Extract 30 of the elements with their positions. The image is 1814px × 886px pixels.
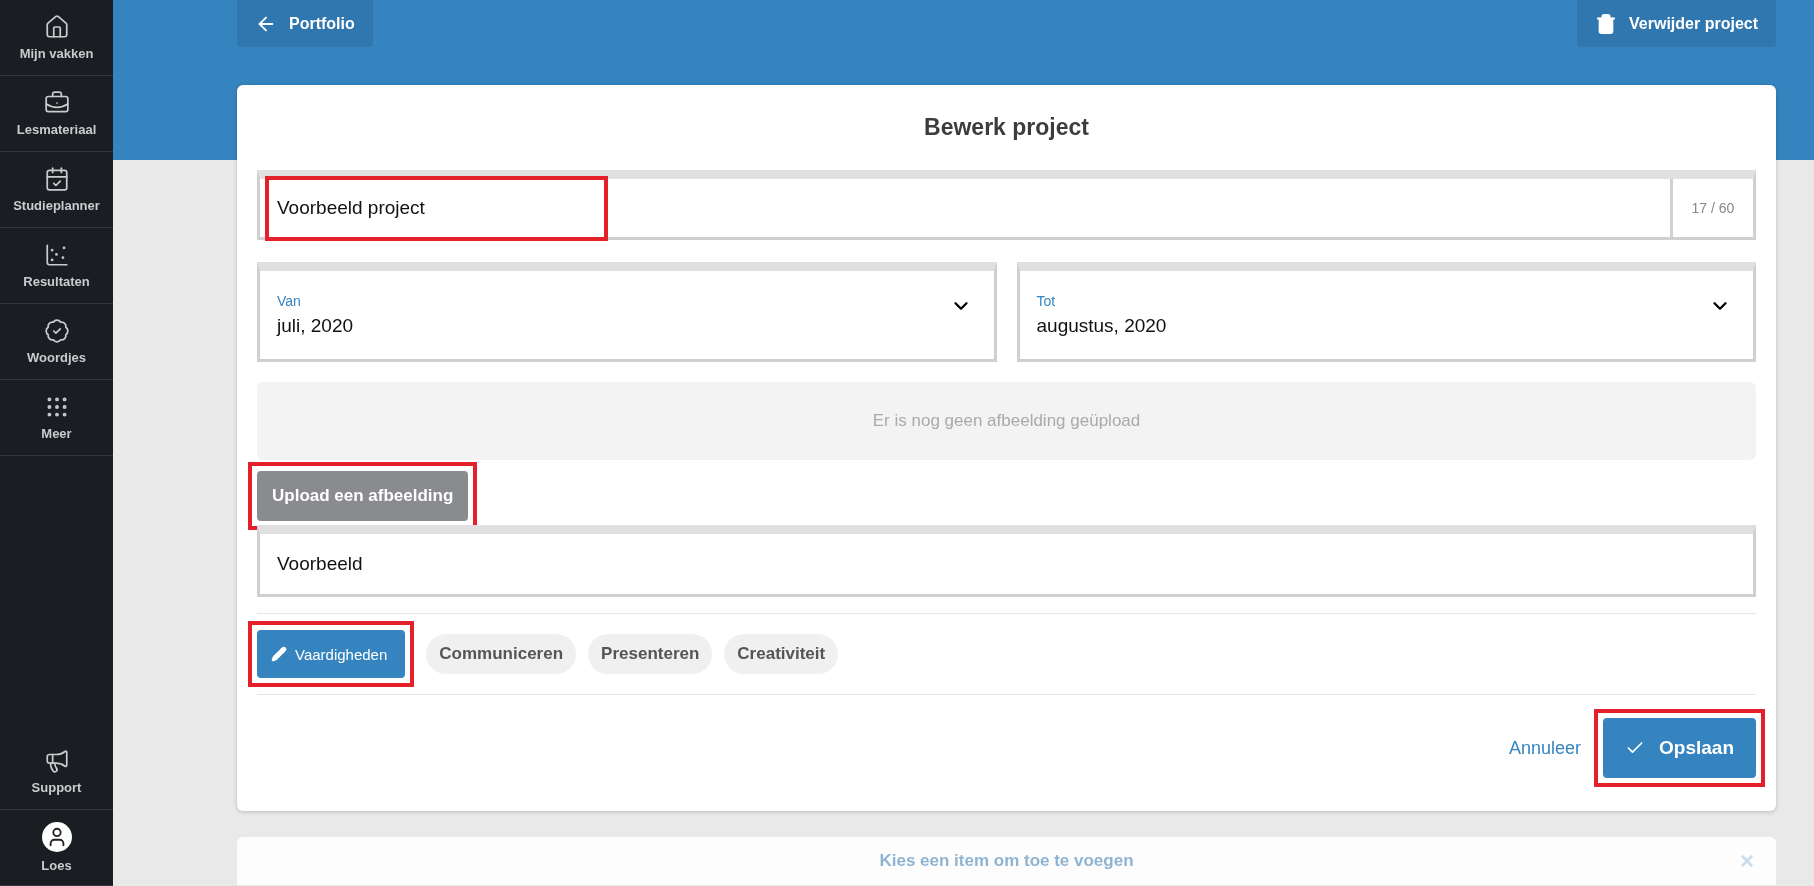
back-button[interactable]: Portfolio [237,0,373,47]
description-field[interactable]: Voorbeeld [257,525,1756,597]
skill-tag: Communiceren [426,634,577,674]
megaphone-icon [43,748,70,774]
month-select[interactable]: Van juli, 2020 [257,262,997,362]
sidebar-item[interactable]: Resultaten [0,228,113,304]
scatter-chart-icon [43,242,70,268]
trash-icon [1595,12,1618,35]
skills-button[interactable]: Vaardigheden [257,630,406,678]
check-badge-icon [43,318,70,344]
house-icon [43,14,70,40]
cancel-link[interactable]: Annuleer [1508,737,1581,759]
pencil-icon [271,646,287,662]
calendar-icon [43,166,70,192]
save-button[interactable]: Opslaan [1603,718,1756,778]
sidebar-item[interactable]: Loes [0,810,113,886]
add-item-prompt: Kies een item om toe te voegen [879,851,1134,871]
delete-button[interactable]: Verwijder project [1577,0,1776,47]
avatar-icon [41,822,72,852]
card-title: Bewerk project [923,113,1090,142]
sidebar-item[interactable]: Support [0,734,113,810]
month-select[interactable]: Tot augustus, 2020 [1016,262,1756,362]
sidebar-item[interactable]: Studieplanner [0,152,113,228]
skill-tag: Creativiteit [724,634,839,674]
skill-tag: Presenteren [588,634,713,674]
sidebar-item[interactable]: Meer [0,380,113,456]
sidebar-item[interactable]: Woordjes [0,304,113,380]
name-field[interactable]: Voorbeeld project 17 / 60 [257,170,1756,240]
briefcase-icon [43,90,70,116]
character-counter: 17 / 60 [1670,179,1753,237]
